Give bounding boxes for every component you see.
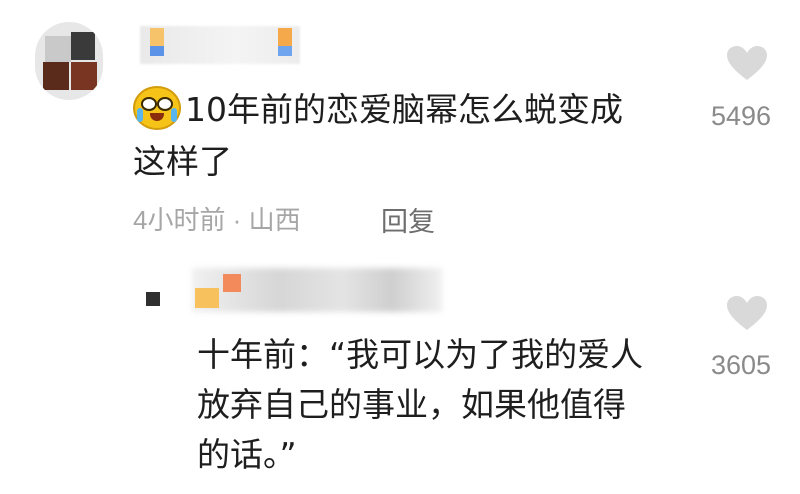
heart-like-icon[interactable] <box>727 46 767 82</box>
crying-laughing-emoji-icon <box>133 86 181 130</box>
avatar[interactable] <box>35 22 103 100</box>
heart-like-icon[interactable] <box>727 296 767 332</box>
comment-meta: 4小时前 · 山西 <box>133 205 301 235</box>
badge-icon <box>150 46 164 56</box>
reply-text-line-1: 十年前：“我可以为了我的爱人 <box>197 335 644 374</box>
reply-button[interactable]: 回复 <box>381 200 435 239</box>
badge-icon <box>223 274 241 292</box>
badge-icon <box>195 288 219 308</box>
reply-like-count: 3605 <box>711 350 772 380</box>
badge-icon <box>150 28 164 46</box>
reply-text-line-3: 的话。” <box>197 435 297 474</box>
reply-avatar[interactable] <box>146 292 160 306</box>
comment-text-line-1: 10年前的恋爱脑幂怎么蜕变成 <box>185 90 623 129</box>
reply-text-line-2: 放弃自己的事业，如果他值得 <box>197 385 626 424</box>
badge-icon <box>278 46 292 56</box>
badge-icon <box>278 28 292 46</box>
author-name-blurred[interactable] <box>140 26 300 64</box>
like-count: 5496 <box>711 101 772 131</box>
comment-text-line-2: 这样了 <box>133 142 232 181</box>
